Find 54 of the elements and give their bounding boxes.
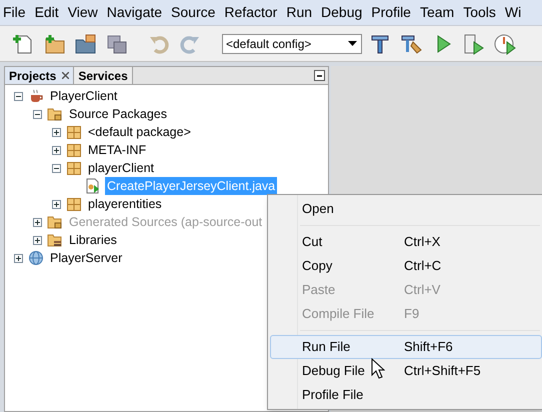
package-icon: [66, 124, 82, 140]
menu-item[interactable]: File: [3, 2, 26, 23]
menu-item[interactable]: Tools: [463, 2, 496, 23]
menu-item[interactable]: Team: [420, 2, 454, 23]
menu-item[interactable]: Cut Ctrl+X: [270, 230, 542, 254]
menu-item[interactable]: Debug: [321, 2, 362, 23]
tree-item[interactable]: PlayerServer: [48, 249, 124, 267]
menu-item[interactable]: Copy Ctrl+C: [270, 254, 542, 278]
expand-icon[interactable]: [52, 146, 61, 154]
expand-icon[interactable]: [33, 236, 42, 244]
menu-item[interactable]: Profile File: [270, 383, 542, 407]
menu-item[interactable]: Debug File Ctrl+Shift+F5: [270, 359, 542, 383]
package-icon: [66, 160, 82, 176]
tree-item[interactable]: Source Packages: [67, 105, 169, 123]
menu-item[interactable]: Edit: [34, 2, 59, 23]
debug-run-icon[interactable]: [462, 32, 486, 56]
minimize-icon[interactable]: [314, 70, 325, 81]
package-icon: [66, 196, 82, 212]
tree-item[interactable]: Libraries: [67, 231, 119, 249]
globe-icon: [28, 250, 44, 266]
panel-tab[interactable]: Services: [74, 67, 133, 84]
package-icon: [66, 142, 82, 158]
collapse-icon[interactable]: [33, 110, 42, 118]
menu-item[interactable]: Run: [286, 2, 312, 23]
menu-item[interactable]: Navigate: [106, 2, 162, 23]
collapse-icon[interactable]: [14, 92, 23, 100]
config-dropdown[interactable]: <default config>: [222, 34, 362, 54]
menu-item[interactable]: Source: [171, 2, 216, 23]
dropdown-arrow-icon: [348, 41, 357, 46]
close-icon[interactable]: [62, 72, 70, 79]
tree-item[interactable]: <default package>: [86, 123, 193, 141]
expand-icon[interactable]: [52, 200, 61, 208]
menu-item[interactable]: Profile: [371, 2, 411, 23]
coffee-cup-icon: [28, 88, 44, 104]
library-folder-icon: [47, 232, 63, 248]
profile-run-icon[interactable]: [493, 32, 517, 56]
tree-item[interactable]: playerentities: [86, 195, 164, 213]
tree-item[interactable]: META-INF: [86, 141, 148, 159]
folder-icon: [47, 106, 63, 122]
mouse-pointer-icon: [371, 358, 385, 379]
collapse-icon[interactable]: [52, 164, 61, 172]
panel-tab[interactable]: Projects: [5, 67, 74, 84]
folder-icon: [47, 214, 63, 230]
expand-icon[interactable]: [14, 254, 23, 262]
open-folder-icon[interactable]: [74, 32, 98, 56]
tree-item[interactable]: playerClient: [86, 159, 156, 177]
menu-item[interactable]: Open: [270, 197, 542, 221]
menu-item[interactable]: Wi: [504, 2, 522, 23]
expand-icon[interactable]: [52, 128, 61, 136]
tree-item[interactable]: PlayerClient: [48, 87, 120, 105]
menu-item[interactable]: Run File Shift+F6: [270, 335, 542, 359]
java-file-icon: [85, 178, 101, 194]
menu-item[interactable]: View: [68, 2, 98, 23]
menu-item[interactable]: Refactor: [224, 2, 278, 23]
